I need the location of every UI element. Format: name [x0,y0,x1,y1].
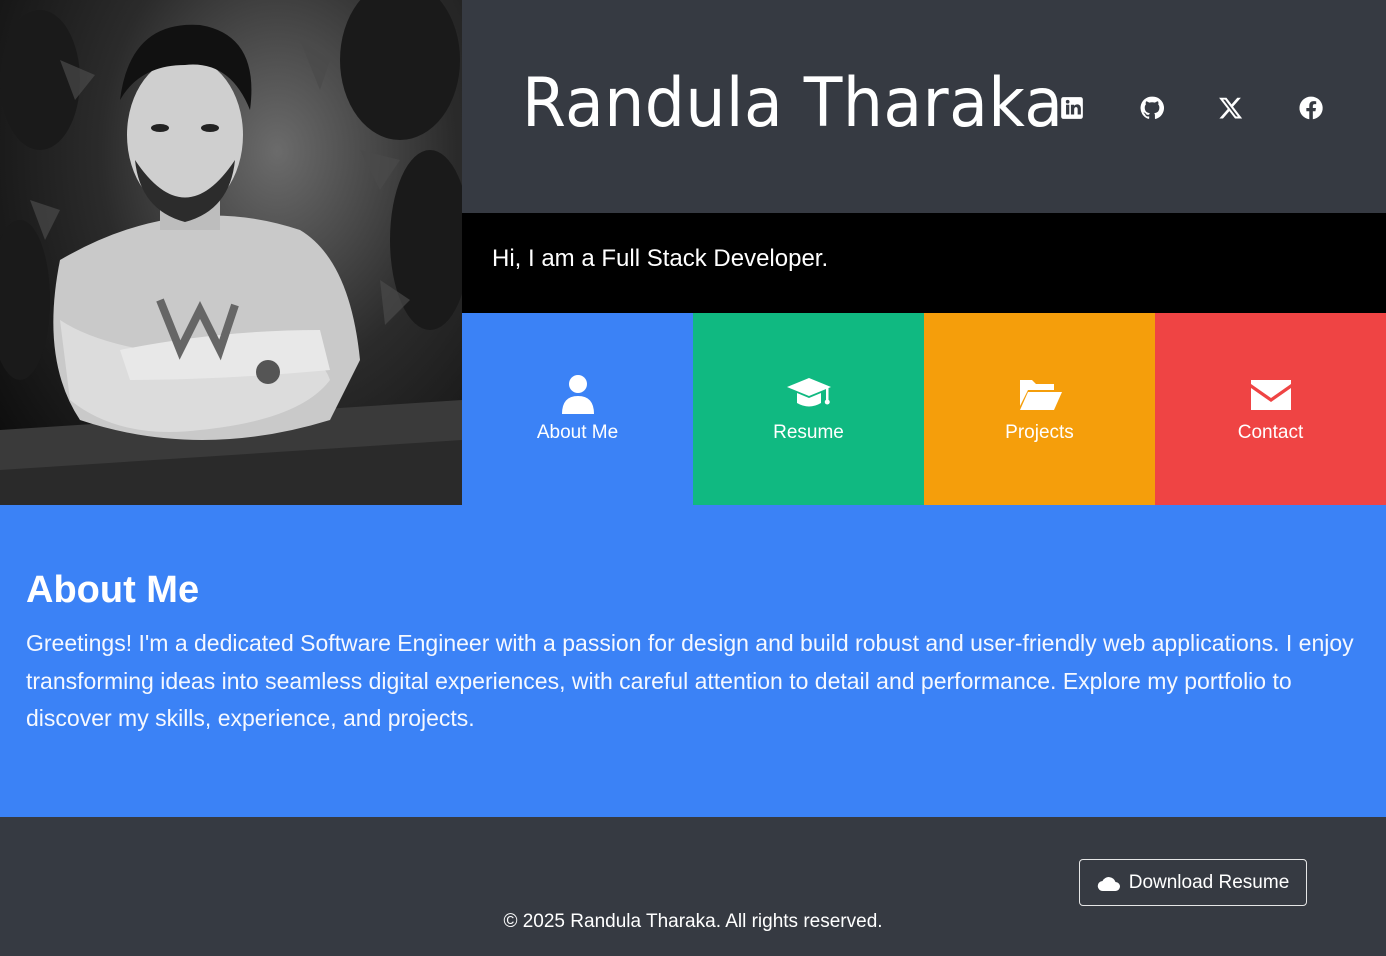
hero-section: Randula Tharaka Hi, I am a Full Stack De… [0,0,1386,505]
about-heading: About Me [26,569,200,611]
about-body: Greetings! I'm a dedicated Software Engi… [26,630,1354,731]
download-resume-button[interactable]: Download Resume [1079,859,1307,906]
download-resume-label: Download Resume [1128,871,1290,893]
facebook-icon [1299,96,1323,120]
nav-projects[interactable]: Projects [924,313,1155,505]
header: Randula Tharaka [462,0,1386,213]
graduation-cap-icon [786,378,831,407]
nav-contact-label: Contact [1237,422,1304,443]
tagline: Hi, I am a Full Stack Developer. [492,245,829,272]
nav-contact[interactable]: Contact [1155,313,1386,505]
footer: Download Resume © 2025 Randula Tharaka. … [0,817,1386,956]
about-section: About Me Greetings! I'm a dedicated Soft… [0,505,1386,817]
linkedin-icon [1061,97,1083,119]
nav-resume[interactable]: Resume [693,313,924,505]
nav-tiles: About Me Resume Projects Contact [462,313,1386,505]
github-icon [1140,96,1165,119]
x-twitter-icon [1219,97,1243,119]
facebook-link[interactable] [1289,86,1333,130]
nav-projects-label: Projects [1005,422,1074,443]
folder-open-icon [1019,380,1062,410]
linkedin-link[interactable] [1050,86,1094,130]
profile-photo [0,0,462,505]
nav-about-me[interactable]: About Me [462,313,693,505]
x-twitter-link[interactable] [1209,86,1253,130]
github-link[interactable] [1130,86,1174,130]
site-title: Randula Tharaka [522,64,1064,143]
envelope-icon [1250,380,1291,410]
tagline-bar: Hi, I am a Full Stack Developer. [462,213,1386,313]
copyright-text: © 2025 Randula Tharaka. All rights reser… [503,911,883,932]
cloud-icon [1097,876,1120,891]
user-icon [561,375,594,414]
nav-resume-label: Resume [773,422,844,443]
nav-about-me-label: About Me [536,422,619,443]
